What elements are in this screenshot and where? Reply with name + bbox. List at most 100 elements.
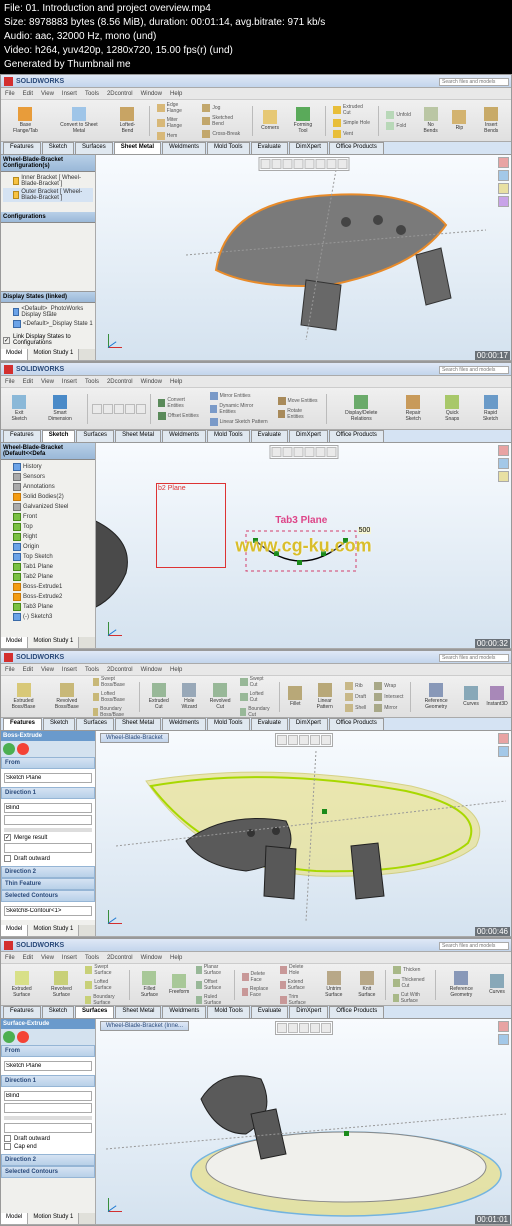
hide-show-icon[interactable]	[326, 159, 336, 169]
pan-icon[interactable]	[299, 735, 309, 745]
zoom-icon[interactable]	[271, 447, 281, 457]
tree-item[interactable]: Origin	[3, 542, 93, 552]
tab-moldtools[interactable]: Mold Tools	[207, 430, 250, 442]
depth-slider[interactable]	[4, 828, 92, 832]
custom-props-icon[interactable]	[498, 471, 509, 482]
from-dropdown[interactable]	[4, 1061, 92, 1071]
menu-window[interactable]: Window	[141, 379, 162, 385]
menu-tools[interactable]: Tools	[85, 955, 99, 961]
menu-help[interactable]: Help	[170, 379, 182, 385]
boundary-cut-btn[interactable]: Boundary Cut	[237, 705, 274, 719]
menu-help[interactable]: Help	[170, 91, 182, 97]
menu-window[interactable]: Window	[141, 955, 162, 961]
depth-input[interactable]	[4, 1103, 92, 1113]
tree-item[interactable]: Top	[3, 522, 93, 532]
curves-btn[interactable]: Curves	[485, 967, 509, 1003]
tab-office[interactable]: Office Products	[329, 1006, 384, 1018]
display-icon[interactable]	[310, 735, 320, 745]
cancel-button[interactable]	[17, 743, 29, 755]
tab-office[interactable]: Office Products	[329, 718, 384, 730]
tree-item[interactable]: (-) Sketch3	[3, 612, 93, 622]
wrap-btn[interactable]: Wrap	[371, 681, 406, 691]
tree-item[interactable]: History	[3, 462, 93, 472]
untrim-surface-btn[interactable]: Untrim Surface	[317, 967, 350, 1003]
custom-props-icon[interactable]	[498, 183, 509, 194]
circle-tool-icon[interactable]	[114, 404, 124, 414]
pan-icon[interactable]	[293, 447, 303, 457]
viewport[interactable]: Wheel-Blade-Bracket (Inne...	[96, 1019, 511, 1224]
tab-weldments[interactable]: Weldments	[162, 142, 206, 154]
tab-sheetmetal[interactable]: Sheet Metal	[115, 1006, 161, 1018]
line-tool-icon[interactable]	[92, 404, 102, 414]
appearance-icon[interactable]	[337, 159, 347, 169]
move-entities-btn[interactable]: Move Entities	[275, 396, 322, 406]
swept-surface-btn[interactable]: Swept Surface	[82, 964, 125, 977]
edge-flange-btn[interactable]: Edge Flange	[154, 101, 198, 115]
direction2-section[interactable]: Direction 2	[1, 1154, 95, 1166]
draft-input[interactable]	[4, 843, 92, 853]
rib-btn[interactable]: Rib	[342, 681, 369, 691]
linear-pattern-btn[interactable]: Linear Sketch Pattern	[207, 417, 273, 427]
direction1-section[interactable]: Direction 1	[1, 1075, 95, 1087]
menu-file[interactable]: File	[5, 667, 15, 673]
task-pane-icon[interactable]	[498, 157, 509, 168]
draft-btn[interactable]: Draft	[342, 692, 369, 702]
motion-tab[interactable]: Motion Study 1	[28, 349, 79, 360]
from-section[interactable]: From	[1, 1045, 95, 1057]
menu-edit[interactable]: Edit	[23, 955, 33, 961]
menu-2dcontrol[interactable]: 2Dcontrol	[107, 379, 133, 385]
tab-office[interactable]: Office Products	[329, 142, 384, 154]
end-condition-dropdown[interactable]	[4, 803, 92, 813]
menu-tools[interactable]: Tools	[85, 379, 99, 385]
tab-sketch[interactable]: Sketch	[42, 1006, 74, 1018]
tab-sheetmetal[interactable]: Sheet Metal	[115, 430, 161, 442]
pan-icon[interactable]	[282, 159, 292, 169]
swept-cut-btn[interactable]: Swept Cut	[237, 676, 274, 689]
boundary-surface-btn[interactable]: Boundary Surface	[82, 993, 125, 1007]
quick-snaps-btn[interactable]: Quick Snaps	[434, 391, 470, 427]
extend-surface-btn[interactable]: Extend Surface	[277, 978, 315, 992]
dyn-mirror-btn[interactable]: Dynamic Mirror Entities	[207, 402, 273, 416]
lofted-bend-btn[interactable]: Lofted-Bend	[110, 103, 145, 139]
contour-value[interactable]	[4, 906, 92, 916]
tab-sketch[interactable]: Sketch	[42, 142, 74, 154]
planar-surface-btn[interactable]: Planar Surface	[193, 964, 230, 977]
resources-icon[interactable]	[498, 196, 509, 207]
tree-item[interactable]: Tab3 Plane	[3, 602, 93, 612]
menu-edit[interactable]: Edit	[23, 91, 33, 97]
appearances-icon[interactable]	[498, 1034, 509, 1045]
direction1-section[interactable]: Direction 1	[1, 787, 95, 799]
tab-sketch[interactable]: Sketch	[43, 718, 75, 730]
tab-evaluate[interactable]: Evaluate	[251, 142, 288, 154]
lofted-surface-btn[interactable]: Lofted Surface	[82, 978, 125, 992]
menu-edit[interactable]: Edit	[23, 667, 33, 673]
delete-face-btn[interactable]: Delete Face	[239, 970, 275, 984]
cap-end-checkbox[interactable]	[4, 1143, 11, 1150]
menu-help[interactable]: Help	[170, 955, 182, 961]
rapid-sketch-btn[interactable]: Rapid Sketch	[472, 391, 509, 427]
tab-evaluate[interactable]: Evaluate	[251, 718, 288, 730]
tree-item[interactable]: Inner Bracket [ Wheel-Blade-Bracket ]	[3, 174, 93, 188]
dimension-value[interactable]: 500	[358, 527, 372, 534]
menu-view[interactable]: View	[41, 955, 54, 961]
depth-slider[interactable]	[4, 1116, 92, 1120]
ruled-surface-btn[interactable]: Ruled Surface	[193, 993, 230, 1007]
zoom-icon[interactable]	[277, 735, 287, 745]
linear-pattern-btn[interactable]: Linear Pattern	[309, 679, 340, 715]
tab-features[interactable]: Features	[3, 1006, 41, 1018]
repair-sketch-btn[interactable]: Repair Sketch	[394, 391, 433, 427]
viewport[interactable]	[96, 155, 511, 360]
model-tab[interactable]: Model	[1, 925, 28, 936]
zoom-icon[interactable]	[277, 1023, 287, 1033]
smart-dimension-btn[interactable]: Smart Dimension	[37, 391, 82, 427]
thicken-btn[interactable]: Thicken	[390, 965, 431, 975]
draft-input[interactable]	[4, 1123, 92, 1133]
tab-surfaces[interactable]: Surfaces	[76, 430, 114, 442]
extruded-cut-btn[interactable]: Extruded Cut	[330, 103, 374, 117]
revolved-cut-btn[interactable]: Revolved Cut	[205, 679, 235, 715]
appearances-icon[interactable]	[498, 170, 509, 181]
menu-file[interactable]: File	[5, 91, 15, 97]
extrude-preview-model[interactable]	[116, 751, 506, 921]
revolved-boss-btn[interactable]: Revolved Boss/Base	[46, 679, 88, 715]
task-pane-icon[interactable]	[498, 733, 509, 744]
